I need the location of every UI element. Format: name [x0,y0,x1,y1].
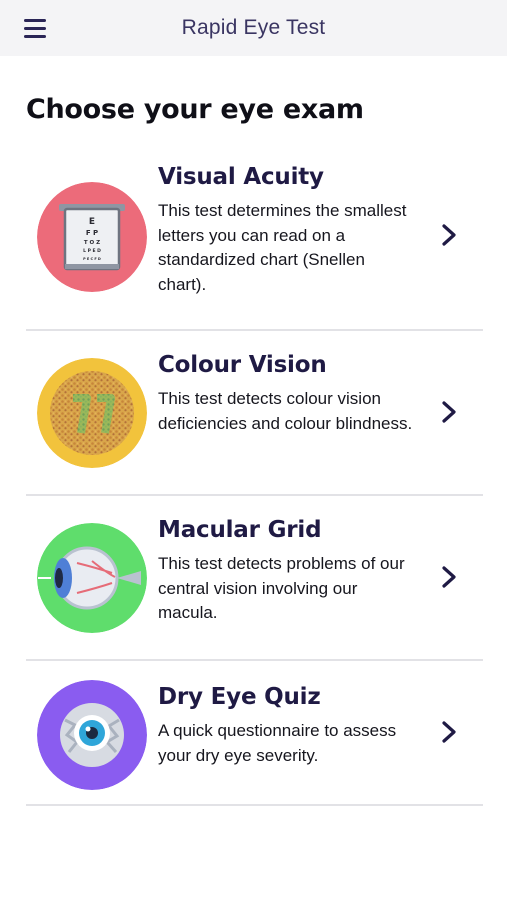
divider [26,494,483,496]
exam-description: This test determines the smallest letter… [158,201,407,294]
chart-line-2: F P [86,229,98,237]
exam-visual-acuity[interactable]: E F P T O Z L P E D P E C F D Visual Acu… [26,160,483,300]
chevron-right-icon [442,566,456,588]
exam-title: Colour Vision [158,352,327,378]
divider [26,659,483,661]
chevron-right-icon [442,721,456,743]
exam-title: Visual Acuity [158,164,324,190]
chart-line-4: L P E D [83,248,101,254]
color-plate-icon [37,358,147,468]
exam-description: This test detects colour vision deficien… [158,389,413,433]
exam-description: A quick questionnaire to assess your dry… [158,721,397,765]
exam-title: Macular Grid [158,517,322,543]
chart-line-3: T O Z [84,240,100,246]
page-title: Choose your eye exam [26,94,364,125]
app-title: Rapid Eye Test [181,16,326,39]
chart-line-1: E [89,217,95,227]
chevron-right-icon [442,401,456,423]
exam-description: This test detects problems of our centra… [158,554,405,622]
dry-eye-icon [37,680,147,790]
hamburger-menu-icon[interactable] [24,16,54,40]
eye-chart-icon: E F P T O Z L P E D P E C F D [37,182,147,292]
chevron-right-icon [442,224,456,246]
exam-colour-vision[interactable]: Colour Vision This test detects colour v… [26,348,483,478]
chart-line-5: P E C F D [83,257,101,261]
exam-title: Dry Eye Quiz [158,684,321,710]
exam-dry-eye-quiz[interactable]: Dry Eye Quiz A quick questionnaire to as… [26,680,483,790]
divider [26,329,483,331]
exam-macular-grid[interactable]: Macular Grid This test detects problems … [26,513,483,643]
eye-anatomy-icon [37,523,147,633]
app-header: Rapid Eye Test [0,0,507,56]
divider [26,804,483,806]
